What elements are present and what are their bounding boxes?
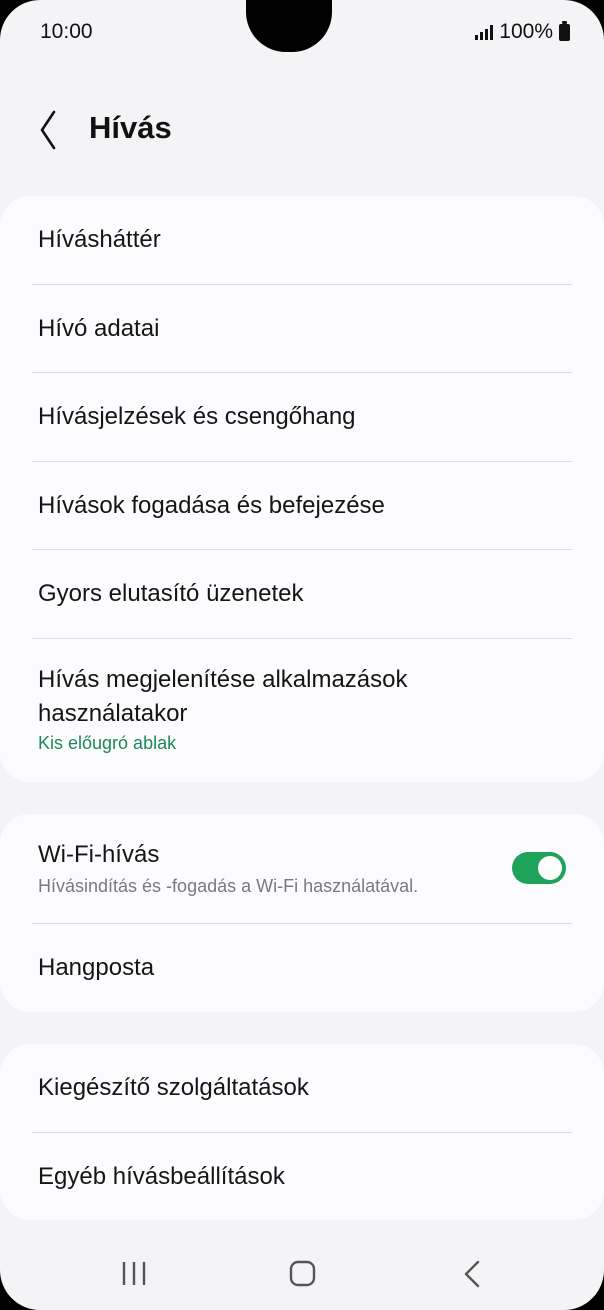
home-button[interactable] bbox=[272, 1250, 332, 1300]
chevron-left-icon bbox=[40, 110, 56, 150]
signal-icon bbox=[475, 24, 494, 40]
status-time: 10:00 bbox=[40, 20, 93, 43]
item-label: Hívó adatai bbox=[38, 315, 160, 342]
nav-back-button[interactable] bbox=[442, 1250, 502, 1300]
back-icon bbox=[464, 1260, 480, 1288]
page-header: Hívás bbox=[0, 100, 604, 160]
list-item-answer-end-calls[interactable]: Hívások fogadása és befejezése bbox=[0, 462, 604, 550]
list-item-call-background[interactable]: Hívásháttér bbox=[0, 196, 604, 285]
list-item-caller-info[interactable]: Hívó adatai bbox=[0, 285, 604, 373]
battery-icon bbox=[559, 20, 570, 41]
list-item-call-display-in-apps[interactable]: Hívás megjelenítése alkalmazások használ… bbox=[0, 639, 604, 782]
home-icon bbox=[289, 1260, 316, 1287]
item-label: Hívások fogadása és befejezése bbox=[38, 492, 385, 519]
item-subtext: Hívásindítás és -fogadás a Wi-Fi használ… bbox=[38, 876, 419, 896]
item-label-line1: Hívás megjelenítése alkalmazások bbox=[38, 666, 408, 693]
list-item-call-alerts-ringtone[interactable]: Hívásjelzések és csengőhang bbox=[0, 373, 604, 462]
recents-icon bbox=[122, 1262, 146, 1285]
item-label: Hívásjelzések és csengőhang bbox=[38, 403, 356, 430]
item-label: Hívásháttér bbox=[38, 226, 161, 253]
status-indicators: 100% bbox=[475, 20, 570, 44]
phone-screen: 10:00 100% Hívás Hívásháttér Hívó adatai… bbox=[0, 0, 604, 1310]
navigation-bar bbox=[0, 1240, 604, 1310]
item-label: Kiegészítő szolgáltatások bbox=[38, 1074, 309, 1101]
item-label: Wi-Fi-hívás bbox=[38, 841, 160, 868]
wifi-calling-card: Wi-Fi-hívás Hívásindítás és -fogadás a W… bbox=[0, 814, 604, 1012]
camera-notch bbox=[246, 0, 332, 52]
toggle-knob bbox=[538, 856, 562, 880]
list-item-supplementary-services[interactable]: Kiegészítő szolgáltatások bbox=[0, 1044, 604, 1133]
more-settings-card: Kiegészítő szolgáltatások Egyéb hívásbeá… bbox=[0, 1044, 604, 1220]
call-settings-card: Hívásháttér Hívó adatai Hívásjelzések és… bbox=[0, 196, 604, 782]
page-title: Hívás bbox=[89, 110, 172, 145]
list-item-other-call-settings[interactable]: Egyéb hívásbeállítások bbox=[0, 1133, 604, 1220]
recents-button[interactable] bbox=[104, 1250, 164, 1300]
battery-percent: 100% bbox=[499, 20, 553, 43]
list-item-wifi-calling[interactable]: Wi-Fi-hívás Hívásindítás és -fogadás a W… bbox=[0, 814, 604, 924]
item-label: Gyors elutasító üzenetek bbox=[38, 580, 304, 607]
wifi-calling-toggle[interactable] bbox=[512, 852, 566, 884]
item-label: Hangposta bbox=[38, 954, 155, 981]
item-label: Egyéb hívásbeállítások bbox=[38, 1163, 285, 1190]
list-item-voicemail[interactable]: Hangposta bbox=[0, 924, 604, 1012]
item-label-line2: használatakor bbox=[38, 700, 188, 727]
item-subtext: Kis előugró ablak bbox=[38, 733, 177, 753]
list-item-quick-decline-messages[interactable]: Gyors elutasító üzenetek bbox=[0, 550, 604, 639]
back-button[interactable] bbox=[30, 106, 70, 154]
